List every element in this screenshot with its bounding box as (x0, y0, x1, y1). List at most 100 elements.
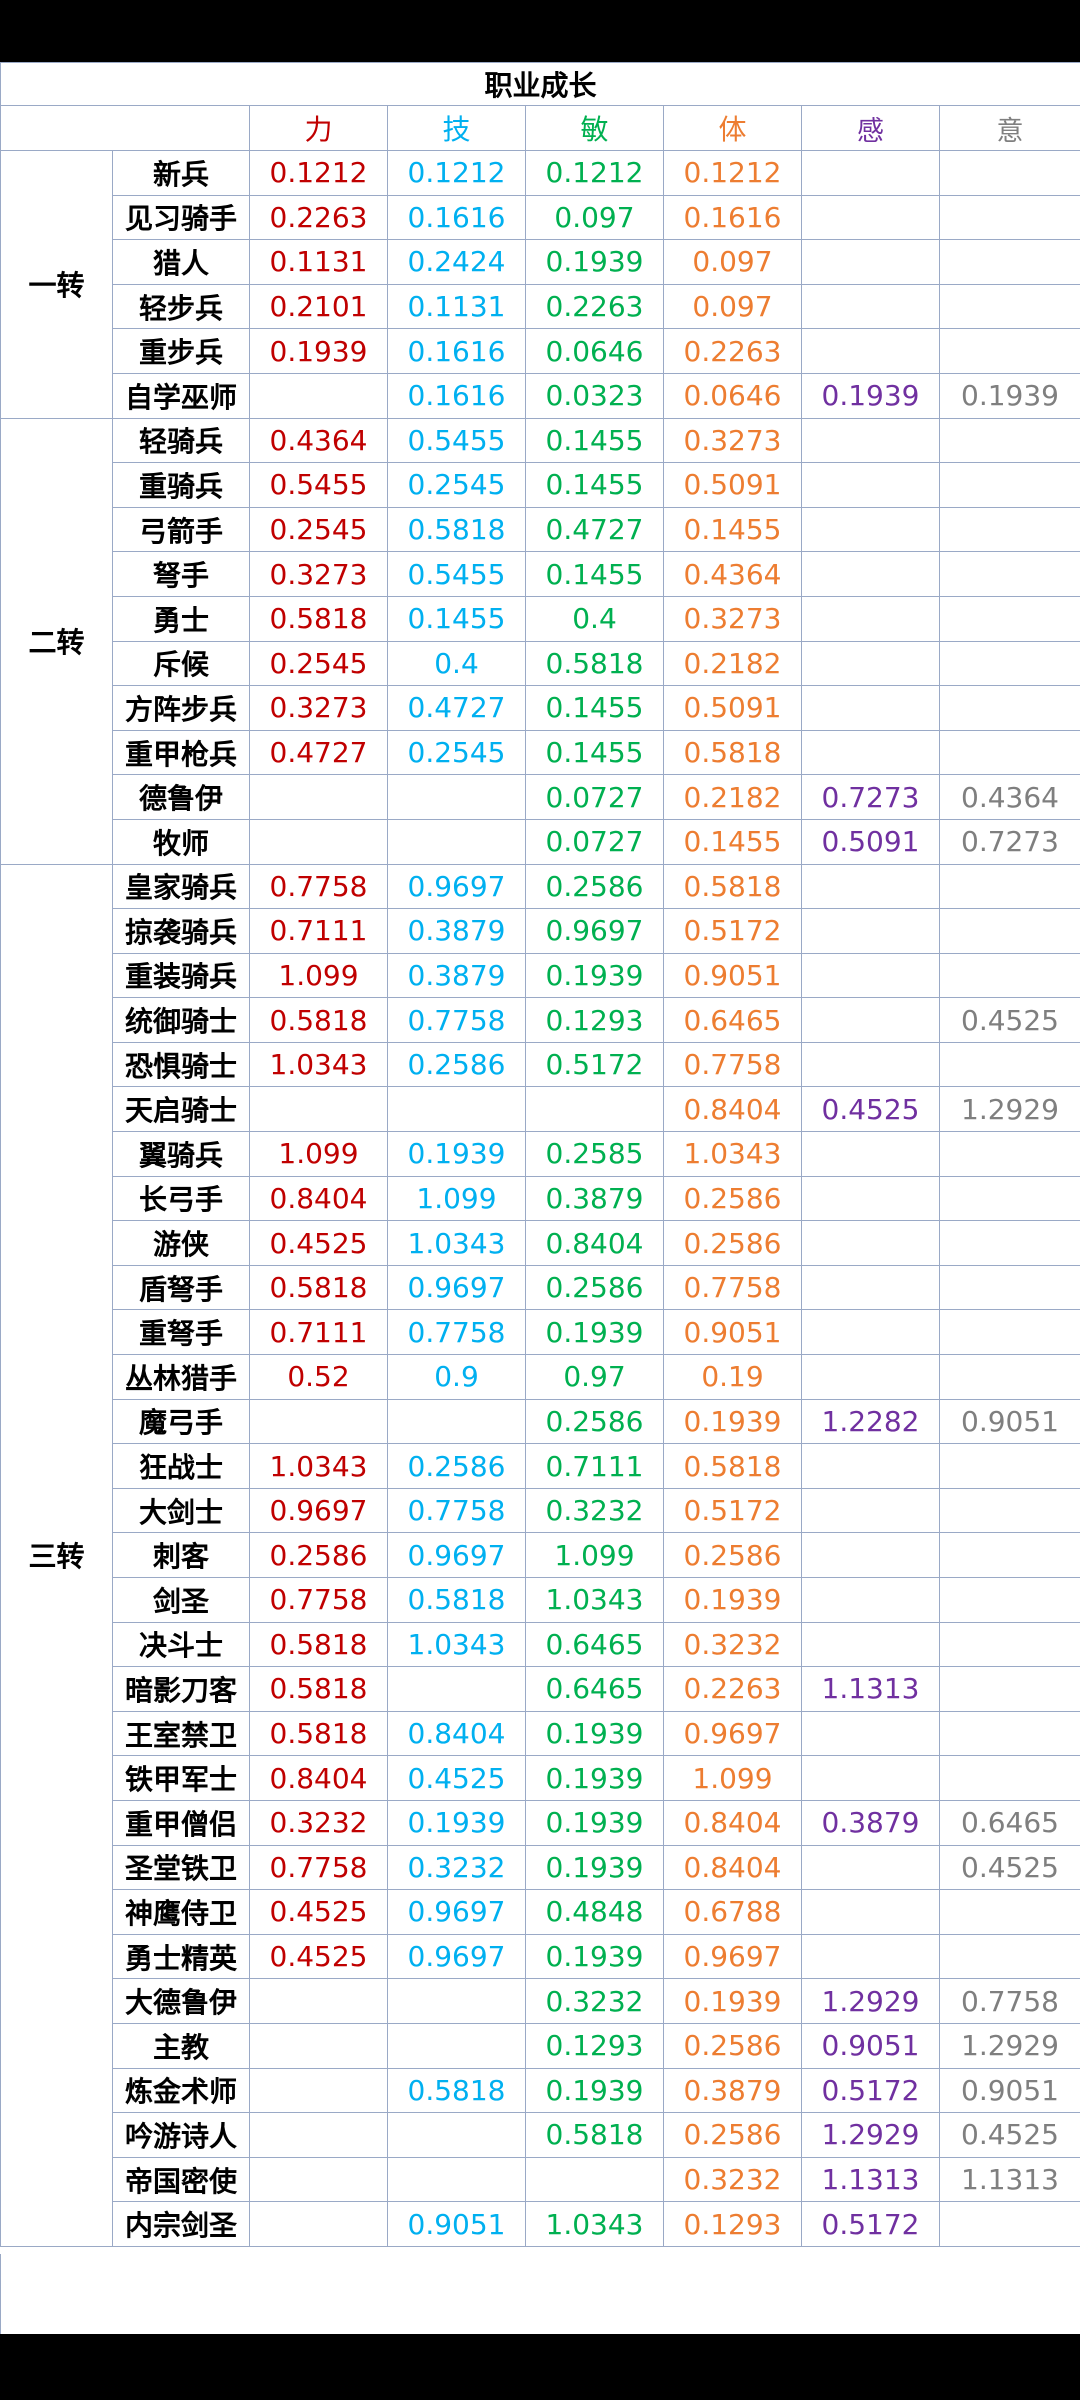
stat-cell-yi (938, 595, 1080, 642)
stat-cell-min: 0.1939 (525, 1844, 664, 1891)
stat-cell-ji: 0.8404 (387, 1710, 526, 1757)
job-name: 掠袭骑兵 (112, 908, 250, 954)
stat-cell-ji (387, 1666, 526, 1712)
stat-cell-yi (938, 729, 1080, 776)
table-row: 丛林猎手 0.52 0.9 0.97 0.19 (1, 1354, 1080, 1400)
table-row: 帝国密使 0.3232 1.1313 1.1313 (1, 2156, 1080, 2203)
stat-cell-li: 0.8404 (249, 1175, 388, 1222)
stat-cell-yi (938, 952, 1080, 999)
job-name: 盾弩手 (112, 1264, 250, 1311)
stat-cell-ji: 0.7758 (387, 1487, 526, 1534)
stat-cell-li (249, 2112, 388, 2158)
stat-cell-gan (801, 729, 940, 776)
stat-cell-min (525, 1086, 664, 1133)
job-name: 重甲僧侣 (112, 1799, 250, 1846)
table-row: 自学巫师 0.1616 0.0323 0.0646 0.1939 0.1939 (1, 372, 1080, 419)
stat-cell-li: 0.2586 (249, 1532, 388, 1578)
stat-cell-ti: 0.8404 (663, 1799, 802, 1846)
stat-cell-ti: 0.1939 (663, 1978, 802, 2024)
stat-cell-li: 0.4525 (249, 1220, 388, 1266)
stat-cell-gan (801, 997, 940, 1043)
stat-cell-yi (938, 640, 1080, 687)
stat-cell-ji: 1.0343 (387, 1621, 526, 1668)
stat-cell-li (249, 818, 388, 865)
stat-cell-yi (938, 1889, 1080, 1935)
stat-cell-ti: 0.1939 (663, 1398, 802, 1445)
job-name: 铁甲军士 (112, 1755, 250, 1801)
stat-cell-ti: 0.1616 (663, 194, 802, 241)
stat-cell-ji: 0.2586 (387, 1443, 526, 1489)
stat-cell-yi (938, 1175, 1080, 1222)
stat-cell-ji: 0.1212 (387, 150, 526, 196)
stat-cell-min: 0.1455 (525, 685, 664, 731)
stat-cell-yi (938, 1041, 1080, 1088)
stat-cell-gan: 0.9051 (801, 2022, 940, 2069)
stat-cell-ti: 0.5172 (663, 1487, 802, 1534)
job-name: 恐惧骑士 (112, 1041, 250, 1088)
stat-cell-yi (938, 1309, 1080, 1356)
table-row: 斥候 0.2545 0.4 0.5818 0.2182 (1, 640, 1080, 687)
stat-cell-ti: 0.7758 (663, 1264, 802, 1311)
stat-cell-ti: 0.6788 (663, 1889, 802, 1935)
job-name: 皇家骑兵 (112, 863, 250, 910)
stat-cell-ji: 0.1616 (387, 194, 526, 241)
job-name: 主教 (112, 2022, 250, 2069)
table-row: 重甲僧侣 0.3232 0.1939 0.1939 0.8404 0.3879 0.6465 (1, 1799, 1080, 1846)
stat-cell-yi: 1.1313 (938, 2156, 1080, 2203)
stat-cell-min: 0.5172 (525, 1041, 664, 1088)
stat-cell-gan (801, 239, 940, 285)
stat-cell-li: 0.7111 (249, 1309, 388, 1356)
job-name: 丛林猎手 (112, 1354, 250, 1400)
stat-cell-min: 0.1939 (525, 239, 664, 285)
job-name: 大剑士 (112, 1487, 250, 1534)
stat-cell-min: 0.1939 (525, 1799, 664, 1846)
stat-cell-yi (938, 863, 1080, 910)
stat-cell-ji (387, 774, 526, 820)
stat-cell-li: 0.2545 (249, 506, 388, 553)
stat-cell-min: 0.2586 (525, 1264, 664, 1311)
stat-cell-ti: 1.0343 (663, 1131, 802, 1177)
stat-cell-ji: 0.9 (387, 1354, 526, 1400)
stat-cell-ji: 0.3879 (387, 952, 526, 999)
stat-cell-yi (938, 150, 1080, 196)
stat-cell-yi: 1.2929 (938, 2022, 1080, 2069)
stat-cell-min: 0.1939 (525, 952, 664, 999)
stat-cell-gan (801, 1487, 940, 1534)
table-row: 盾弩手 0.5818 0.9697 0.2586 0.7758 (1, 1264, 1080, 1311)
job-name: 重装骑兵 (112, 952, 250, 999)
stat-cell-li: 0.1131 (249, 239, 388, 285)
stat-cell-ji: 0.2424 (387, 239, 526, 285)
table-row: 重步兵 0.1939 0.1616 0.0646 0.2263 (1, 328, 1080, 374)
stat-cell-li: 0.2101 (249, 283, 388, 330)
stat-cell-li: 1.0343 (249, 1443, 388, 1489)
table-row: 游侠 0.4525 1.0343 0.8404 0.2586 (1, 1220, 1080, 1266)
top-black-bar (0, 0, 1080, 62)
stat-cell-min: 0.1293 (525, 997, 664, 1043)
stat-cell-ji: 0.2545 (387, 729, 526, 776)
column-header-ti: 体 (663, 105, 802, 151)
table-row: 弓箭手 0.2545 0.5818 0.4727 0.1455 (1, 506, 1080, 553)
stat-cell-ji: 0.7758 (387, 1309, 526, 1356)
job-name: 见习骑手 (112, 194, 250, 241)
stat-cell-li: 1.099 (249, 1131, 388, 1177)
stat-cell-gan (801, 952, 940, 999)
stat-cell-li (249, 774, 388, 820)
stat-cell-min: 1.0343 (525, 1577, 664, 1623)
table-row: 重甲枪兵 0.4727 0.2545 0.1455 0.5818 (1, 729, 1080, 776)
stat-cell-gan (801, 194, 940, 241)
column-header-li: 力 (249, 105, 388, 151)
table-row: 刺客 0.2586 0.9697 1.099 0.2586 (1, 1532, 1080, 1578)
stat-cell-ji (387, 2156, 526, 2203)
table-row: 二转 轻骑兵 0.4364 0.5455 0.1455 0.3273 (0, 417, 1080, 865)
stat-cell-gan (801, 462, 940, 508)
stat-cell-ji: 0.5818 (387, 1577, 526, 1623)
stat-cell-min: 0.1455 (525, 462, 664, 508)
stat-cell-gan (801, 1577, 940, 1623)
stat-cell-ti: 0.2586 (663, 2022, 802, 2069)
job-name: 轻步兵 (112, 283, 250, 330)
stat-cell-li (249, 372, 388, 419)
stat-cell-yi: 1.2929 (938, 1086, 1080, 1133)
stat-cell-ji (387, 1978, 526, 2024)
stat-cell-ji: 0.5455 (387, 417, 526, 464)
stat-cell-min: 0.3232 (525, 1978, 664, 2024)
